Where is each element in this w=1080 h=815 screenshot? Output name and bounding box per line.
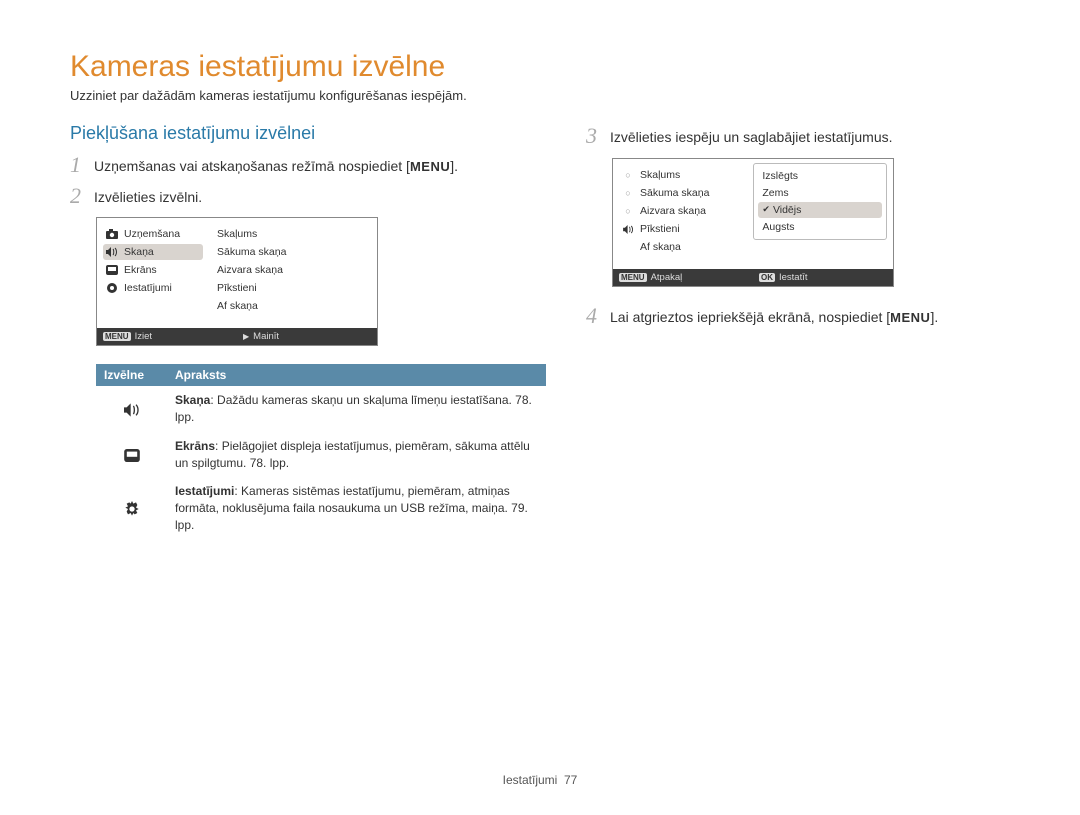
table-header-desc: Apraksts [167,364,546,386]
submenu-item: Sākuma skaņa [217,246,286,258]
option-item-selected: Vidējs [758,202,882,218]
section-heading: Piekļūšana iestatījumu izvēlnei [70,123,546,144]
step-number: 2 [70,185,94,207]
menu-key-icon: MENU [103,332,131,341]
menu-item: Uzņemšana [124,228,180,240]
footer-action: Atpakaļ [651,272,683,283]
submenu-item: Af skaņa [217,300,258,312]
menu-item: Skaņa [124,246,154,258]
step-number: 4 [586,305,610,327]
step-1-text: Uzņemšanas vai atskaņošanas režīmā nospi… [94,154,458,177]
lcd-screenshot-1: Uzņemšana Skaņa Ekrāns Iestatījumi Skaļu… [96,217,378,346]
option-item: Augsts [758,219,882,235]
radio-icon: ○ [621,206,635,216]
option-item: Zems [758,185,882,201]
menu-button-label: MENU [410,159,450,174]
page-subtitle: Uzziniet par dažādām kameras iestatījumu… [70,88,1010,103]
table-header-menu: Izvēlne [96,364,167,386]
sound-icon [105,246,119,258]
submenu-item: Aizvara skaņa [640,205,706,217]
submenu-item: Skaļums [217,228,257,240]
menu-button-label: MENU [890,310,930,325]
table-row: Ekrāns: Pielāgojiet displeja iestatījumu… [96,432,546,478]
step-number: 3 [586,125,610,147]
display-icon [105,264,119,276]
footer-action: Mainīt [253,331,279,342]
submenu-item: Af skaņa [640,241,681,253]
sound-icon [621,224,635,234]
page-footer: Iestatījumi 77 [0,773,1080,787]
submenu-item: Pīkstieni [217,282,257,294]
gear-icon [124,500,140,517]
option-item: Izslēgts [758,168,882,184]
description-table: Izvēlne Apraksts Skaņa: Dažādu kameras s… [96,364,546,540]
sound-icon [124,400,140,417]
footer-action: Iziet [135,331,152,342]
table-row: Iestatījumi: Kameras sistēmas iestatījum… [96,477,546,539]
table-cell: Ekrāns: Pielāgojiet displeja iestatījumu… [167,432,546,478]
submenu-item: Sākuma skaņa [640,187,709,199]
gear-icon [105,282,119,294]
step-4-text: Lai atgrieztos iepriekšējā ekrānā, nospi… [610,305,938,328]
page-title: Kameras iestatījumu izvēlne [70,50,1010,84]
ok-key-icon: OK [759,273,775,282]
display-icon [124,446,140,463]
menu-item: Iestatījumi [124,282,172,294]
menu-item: Ekrāns [124,264,157,276]
table-cell: Skaņa: Dažādu kameras skaņu un skaļuma l… [167,386,546,432]
step-number: 1 [70,154,94,176]
submenu-item: Aizvara skaņa [217,264,283,276]
table-cell: Iestatījumi: Kameras sistēmas iestatījum… [167,477,546,539]
menu-key-icon: MENU [619,273,647,282]
submenu-item: Pīkstieni [640,223,680,235]
table-row: Skaņa: Dažādu kameras skaņu un skaļuma l… [96,386,546,432]
radio-icon: ○ [621,188,635,198]
footer-action: Iestatīt [779,272,808,283]
submenu-item: Skaļums [640,169,680,181]
radio-icon: ○ [621,170,635,180]
step-2-text: Izvēlieties izvēlni. [94,185,202,208]
camera-icon [105,228,119,240]
step-3-text: Izvēlieties iespēju un saglabājiet iesta… [610,125,893,148]
play-icon: ▶ [243,332,249,341]
lcd-screenshot-2: ○ Skaļums ○ Sākuma skaņa ○ Aizvara skaņa Pī… [612,158,894,287]
